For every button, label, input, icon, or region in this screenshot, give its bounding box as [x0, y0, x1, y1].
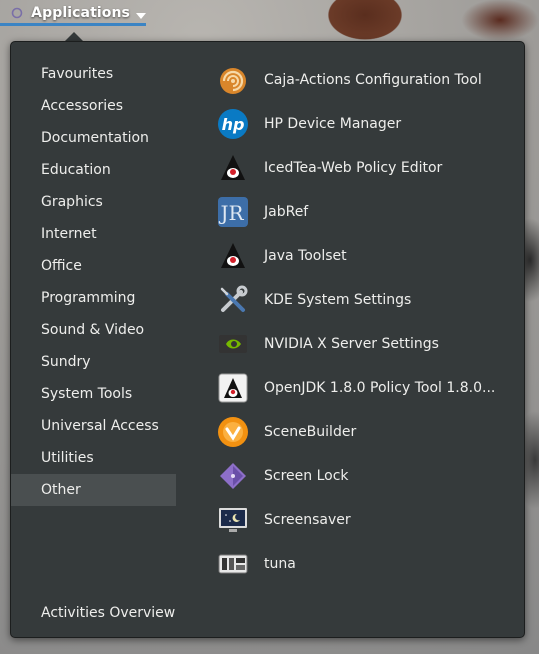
applications-menu: Favourites Accessories Documentation Edu…: [10, 41, 525, 638]
app-name: Screen Lock: [264, 468, 349, 484]
svg-text:JR: JR: [218, 201, 244, 225]
category-accessories[interactable]: Accessories: [11, 90, 176, 122]
category-system-tools[interactable]: System Tools: [11, 378, 176, 410]
app-name: OpenJDK 1.8.0 Policy Tool 1.8.0...: [264, 380, 496, 396]
category-other[interactable]: Other: [11, 474, 176, 506]
category-sound-video[interactable]: Sound & Video: [11, 314, 176, 346]
app-list: Caja-Actions Configuration Tool hp HP De…: [216, 58, 506, 586]
app-item-nvidia-settings[interactable]: NVIDIA X Server Settings: [216, 322, 506, 366]
app-name: tuna: [264, 556, 296, 572]
caja-actions-icon: [216, 63, 250, 97]
activities-overview-link[interactable]: Activities Overview: [41, 605, 175, 621]
svg-text:hp: hp: [222, 115, 245, 134]
chevron-down-icon: [136, 4, 146, 23]
hp-icon: hp: [216, 107, 250, 141]
app-name: Caja-Actions Configuration Tool: [264, 72, 482, 88]
app-item-kde-system-settings[interactable]: KDE System Settings: [216, 278, 506, 322]
top-bar: Applications: [0, 0, 150, 26]
app-name: Java Toolset: [264, 248, 347, 264]
app-item-tuna[interactable]: tuna: [216, 542, 506, 586]
category-utilities[interactable]: Utilities: [11, 442, 176, 474]
app-name: SceneBuilder: [264, 424, 357, 440]
category-sundry[interactable]: Sundry: [11, 346, 176, 378]
jabref-icon: JR: [216, 195, 250, 229]
app-item-caja-actions[interactable]: Caja-Actions Configuration Tool: [216, 58, 506, 102]
app-name: KDE System Settings: [264, 292, 412, 308]
java-duke-icon: [216, 151, 250, 185]
app-item-hp-device-manager[interactable]: hp HP Device Manager: [216, 102, 506, 146]
category-graphics[interactable]: Graphics: [11, 186, 176, 218]
tuna-icon: [216, 547, 250, 581]
app-item-openjdk-policy-tool[interactable]: OpenJDK 1.8.0 Policy Tool 1.8.0...: [216, 366, 506, 410]
category-programming[interactable]: Programming: [11, 282, 176, 314]
nvidia-icon: [216, 327, 250, 361]
scenebuilder-icon: [216, 415, 250, 449]
openjdk-icon: [216, 371, 250, 405]
java-duke-icon: [216, 239, 250, 273]
app-name: JabRef: [264, 204, 309, 220]
app-item-java-toolset[interactable]: Java Toolset: [216, 234, 506, 278]
app-item-icedtea-policy-editor[interactable]: IcedTea-Web Policy Editor: [216, 146, 506, 190]
category-internet[interactable]: Internet: [11, 218, 176, 250]
applications-label: Applications: [31, 5, 130, 21]
category-office[interactable]: Office: [11, 250, 176, 282]
active-indicator: [0, 23, 146, 26]
category-list: Favourites Accessories Documentation Edu…: [11, 58, 176, 506]
app-item-scenebuilder[interactable]: SceneBuilder: [216, 410, 506, 454]
app-item-screen-lock[interactable]: Screen Lock: [216, 454, 506, 498]
distro-logo-icon: [11, 6, 23, 20]
app-name: IcedTea-Web Policy Editor: [264, 160, 443, 176]
app-name: HP Device Manager: [264, 116, 402, 132]
screensaver-icon: [216, 503, 250, 537]
screen-lock-icon: [216, 459, 250, 493]
app-item-jabref[interactable]: JR JabRef: [216, 190, 506, 234]
category-universal-access[interactable]: Universal Access: [11, 410, 176, 442]
app-name: NVIDIA X Server Settings: [264, 336, 439, 352]
wrench-screwdriver-icon: [216, 283, 250, 317]
category-documentation[interactable]: Documentation: [11, 122, 176, 154]
category-education[interactable]: Education: [11, 154, 176, 186]
category-favourites[interactable]: Favourites: [11, 58, 176, 90]
app-item-screensaver[interactable]: Screensaver: [216, 498, 506, 542]
app-name: Screensaver: [264, 512, 351, 528]
